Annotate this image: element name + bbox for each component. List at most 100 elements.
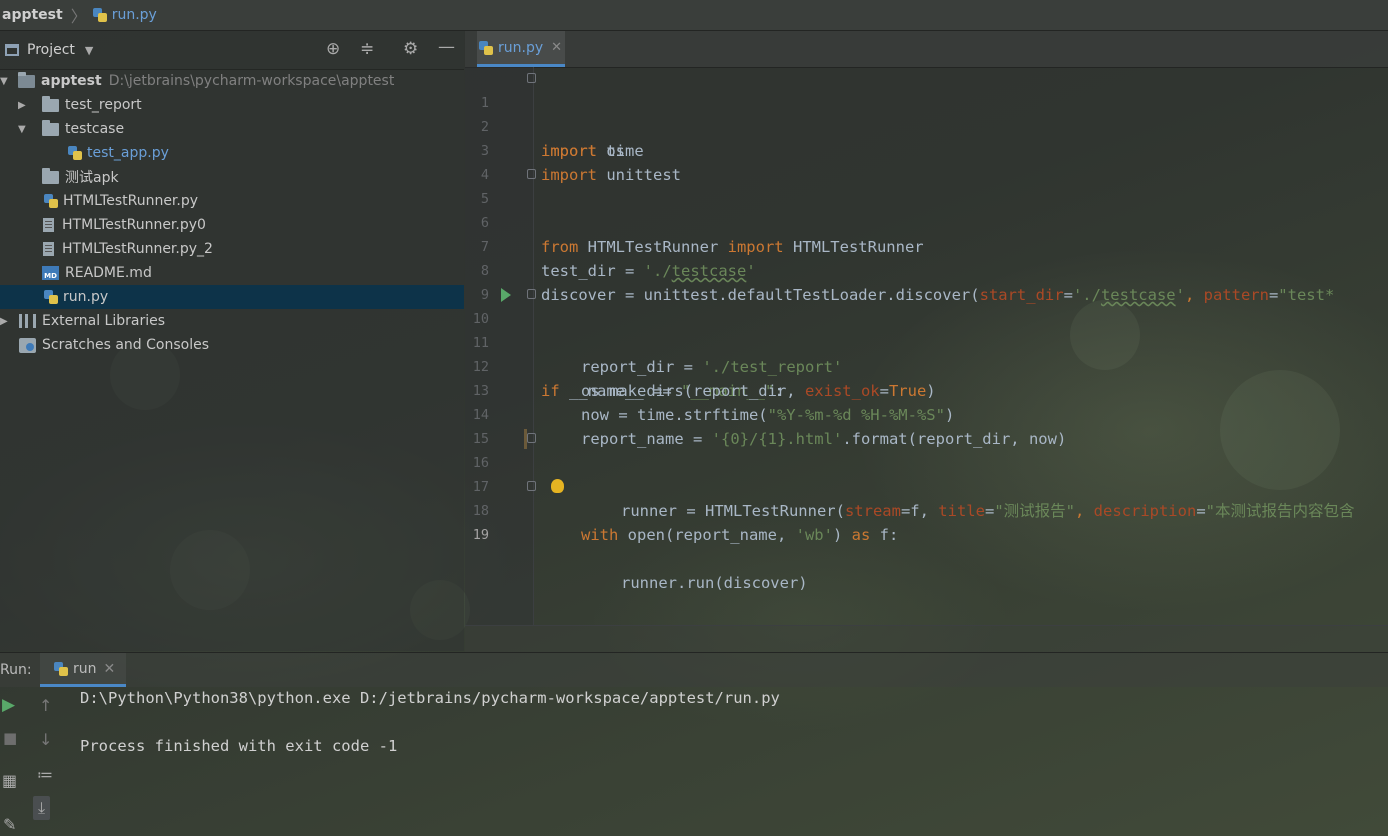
folder-icon: [18, 71, 35, 88]
code-line: 9: [465, 259, 1388, 303]
console-line: D:\Python\Python38\python.exe D:/jetbrai…: [80, 689, 780, 707]
expanded-arrow-icon[interactable]: ▼: [18, 124, 26, 135]
editor-tab-bar: run.py ✕: [465, 31, 1388, 68]
fold-icon[interactable]: [527, 481, 536, 491]
run-tab[interactable]: run ✕: [40, 653, 126, 687]
tree-item-scratches[interactable]: Scratches and Consoles: [0, 333, 464, 357]
tree-item-apptest[interactable]: ▼ apptest D:\jetbrains\pycharm-workspace…: [0, 69, 464, 93]
editor-breadcrumb-area: [465, 625, 1388, 652]
tree-item-testcase[interactable]: ▼ testcase: [0, 117, 464, 141]
keyword: as: [851, 526, 871, 544]
chevron-down-icon[interactable]: ▼: [85, 44, 93, 57]
close-icon[interactable]: ✕: [551, 40, 562, 55]
run-label: Run:: [0, 662, 32, 678]
project-tool-window: Project ▼ ⊕ ≑ ⚙ — ▼ apptest D:\jetbrains…: [0, 31, 464, 651]
tab-label: run.py: [498, 39, 544, 56]
tree-item-label: HTMLTestRunner.py_2: [62, 241, 213, 257]
scroll-to-end-icon[interactable]: ⤓: [33, 796, 51, 820]
tree-item-label: 测试apk: [65, 170, 119, 186]
code-line: 13 now = time.strftime("%Y-%m-%d %H-%M-%…: [465, 355, 1388, 424]
code-line: 8 discover = unittest.defaultTestLoader.…: [465, 235, 1388, 304]
run-tab-label: run: [73, 660, 97, 677]
breadcrumb-separator-icon: 〉: [70, 7, 87, 26]
layout-icon[interactable]: ▦: [2, 771, 17, 790]
folder-icon: [42, 167, 59, 184]
python-icon: [54, 661, 68, 676]
code-text: f:: [870, 526, 899, 544]
fold-icon[interactable]: [527, 73, 536, 83]
code-line: 19: [465, 499, 1388, 543]
run-gutter-icon[interactable]: [501, 288, 511, 302]
navigation-bar: apptest 〉 run.py: [0, 0, 1388, 31]
tree-item-label: External Libraries: [42, 313, 165, 329]
project-view-selector[interactable]: Project: [27, 42, 75, 58]
tree-item-label: README.md: [65, 265, 152, 281]
tree-item-test-report[interactable]: ▶ test_report: [0, 93, 464, 117]
tree-item-test-app-py[interactable]: test_app.py: [0, 141, 464, 165]
run-toolbar: ▶ ■ ▦ ✎ ↑ ↓ ≔ ⤓: [0, 687, 66, 836]
run-tool-window-header: Run: run ✕: [0, 652, 1388, 687]
arrow-down-icon[interactable]: ↓: [39, 730, 52, 749]
tree-item-label: HTMLTestRunner.py0: [62, 217, 206, 233]
fold-icon[interactable]: [527, 289, 536, 299]
stop-icon[interactable]: ■: [3, 729, 17, 747]
code-line: 6: [465, 187, 1388, 231]
breadcrumb-project[interactable]: apptest: [0, 7, 63, 23]
code-text: open(report_name,: [618, 526, 796, 544]
code-editor[interactable]: 1 import os 2 import time 3 import unitt…: [465, 67, 1388, 625]
folder-icon: [42, 119, 59, 136]
collapsed-arrow-icon[interactable]: ▶: [18, 100, 26, 111]
lightbulb-icon[interactable]: [551, 479, 564, 493]
code-line: 18 runner.run(discover): [465, 475, 1388, 592]
markdown-file-icon: MD: [42, 266, 59, 280]
collapsed-arrow-icon[interactable]: ▶: [0, 316, 8, 327]
breadcrumb-file[interactable]: run.py: [112, 7, 157, 23]
code-line: 4: [465, 139, 1388, 183]
python-file-icon: [68, 146, 82, 160]
code-line: 17 runner = HTMLTestRunner(stream=f, tit…: [465, 451, 1388, 520]
code-line: 16 with open(report_name, 'wb') as f:: [465, 427, 1388, 544]
tree-item-label: run.py: [63, 289, 109, 305]
locate-file-icon[interactable]: ⊕: [326, 39, 340, 59]
gear-icon[interactable]: ⚙: [403, 39, 418, 59]
run-console-output[interactable]: D:\Python\Python38\python.exe D:/jetbrai…: [80, 687, 780, 759]
code-line: 11 report_dir = './test_report': [465, 307, 1388, 376]
python-file-icon: [92, 8, 107, 22]
tree-item-test-apk[interactable]: 测试apk: [0, 165, 464, 189]
tree-item-htmltestrunner-py0[interactable]: HTMLTestRunner.py0: [0, 213, 464, 237]
code-line: 2 import time: [465, 91, 1388, 160]
string: 'wb': [795, 526, 833, 544]
rerun-icon[interactable]: ▶: [2, 695, 15, 715]
code-text: runner.run(discover): [621, 574, 808, 592]
tree-item-readme-md[interactable]: MD README.md: [0, 261, 464, 285]
folder-icon: [42, 95, 59, 112]
text-file-icon: [43, 242, 54, 256]
tree-item-htmltestrunner-py-2[interactable]: HTMLTestRunner.py_2: [0, 237, 464, 261]
tree-item-htmltestrunner-py[interactable]: HTMLTestRunner.py: [0, 189, 464, 213]
code-line: 5 from HTMLTestRunner import HTMLTestRun…: [465, 163, 1388, 256]
close-icon[interactable]: ✕: [104, 661, 116, 677]
pin-icon[interactable]: ✎: [3, 815, 16, 834]
tree-item-external-libraries[interactable]: ▶ External Libraries: [0, 309, 464, 333]
project-panel-header: Project ▼: [0, 31, 464, 70]
line-number: 19: [472, 527, 489, 543]
keyword: with: [581, 526, 619, 544]
expanded-arrow-icon[interactable]: ▼: [0, 76, 8, 87]
hide-panel-icon[interactable]: —: [438, 37, 455, 57]
collapse-all-icon[interactable]: ≑: [360, 39, 374, 59]
tree-item-run-py[interactable]: run.py: [0, 285, 464, 309]
soft-wrap-icon[interactable]: ≔: [37, 765, 53, 784]
python-file-icon: [479, 40, 493, 55]
code-line: 7 test_dir = './testcase': [465, 211, 1388, 280]
code-line: 3 import unittest: [465, 115, 1388, 184]
code-line: 12 os.makedirs(report_dir, exist_ok=True…: [465, 331, 1388, 400]
python-file-icon: [44, 194, 58, 208]
editor-tab-run-py[interactable]: run.py ✕: [477, 31, 565, 67]
fold-icon[interactable]: [527, 169, 536, 179]
tree-item-label: testcase: [65, 121, 125, 137]
arrow-up-icon[interactable]: ↑: [39, 696, 52, 715]
fold-icon[interactable]: [527, 433, 536, 443]
project-tree: ▼ apptest D:\jetbrains\pycharm-workspace…: [0, 69, 464, 357]
project-window-icon: [5, 44, 19, 56]
